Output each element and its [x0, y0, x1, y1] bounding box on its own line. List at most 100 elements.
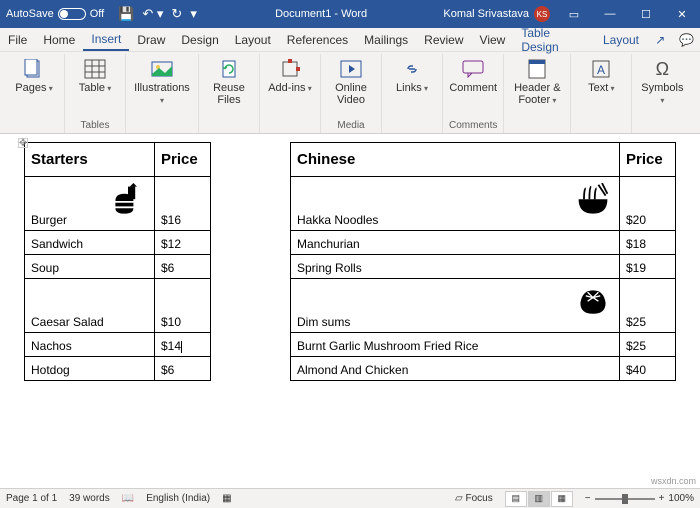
text-button[interactable]: A Text [577, 54, 625, 94]
zoom-level[interactable]: 100% [668, 493, 694, 504]
table-button[interactable]: Table [71, 54, 119, 94]
view-buttons: ▤ ▥ ▦ [505, 491, 573, 507]
cell-price[interactable]: $6 [155, 255, 211, 279]
undo-icon[interactable]: ↶ ▾ [142, 6, 163, 22]
minimize-icon[interactable]: — [592, 0, 628, 28]
cell-price[interactable]: $16 [155, 177, 211, 231]
title-bar: AutoSave Off 💾 ↶ ▾ ↻ ▾ Document1 - Word … [0, 0, 700, 28]
cell-price[interactable]: $12 [155, 231, 211, 255]
spellcheck-icon[interactable]: 📖 [122, 493, 134, 504]
media-group-label: Media [337, 118, 364, 133]
tab-design[interactable]: Design [173, 28, 226, 51]
status-bar: Page 1 of 1 39 words 📖 English (India) ▦… [0, 488, 700, 508]
online-video-button[interactable]: Online Video [327, 54, 375, 106]
cell[interactable]: Hotdog [25, 357, 155, 381]
comment-icon [461, 58, 485, 80]
macro-icon[interactable]: ▦ [222, 493, 231, 504]
cell[interactable]: Almond And Chicken [291, 357, 620, 381]
cell-price[interactable]: $19 [620, 255, 676, 279]
share-icon[interactable]: ↗ [647, 33, 674, 47]
qat-dropdown-icon[interactable]: ▾ [190, 6, 197, 22]
links-button[interactable]: Links [388, 54, 436, 94]
zoom-in-icon[interactable]: + [659, 493, 665, 504]
focus-mode[interactable]: ▱ Focus [455, 493, 493, 504]
zoom-control[interactable]: − + 100% [585, 493, 694, 504]
illustrations-button[interactable]: Illustrations [132, 54, 192, 106]
cell-hakka-noodles[interactable]: Hakka Noodles [291, 177, 620, 231]
cell[interactable]: Soup [25, 255, 155, 279]
ribbon-options-icon[interactable]: ▭ [556, 0, 592, 28]
cell[interactable]: Manchurian [291, 231, 620, 255]
print-layout-icon[interactable]: ▥ [528, 491, 550, 507]
cell[interactable]: Burnt Garlic Mushroom Fried Rice [291, 333, 620, 357]
cell-price[interactable]: $14 [155, 333, 211, 357]
cell-price[interactable]: $40 [620, 357, 676, 381]
cell-price[interactable]: $10 [155, 279, 211, 333]
tab-view[interactable]: View [472, 28, 514, 51]
cell[interactable]: Caesar Salad [25, 279, 155, 333]
header-price-1[interactable]: Price [155, 143, 211, 177]
cell[interactable]: Sandwich [25, 231, 155, 255]
cell-price[interactable]: $18 [620, 231, 676, 255]
illustrations-icon [150, 58, 174, 80]
tab-mailings[interactable]: Mailings [356, 28, 416, 51]
table-row: Nachos $14 Burnt Garlic Mushroom Fried R… [25, 333, 676, 357]
redo-icon[interactable]: ↻ [171, 6, 182, 22]
table-header-row: Starters Price Chinese Price [25, 143, 676, 177]
document-area[interactable]: ✥ Starters Price Chinese Price Burger $1… [0, 134, 700, 488]
page-indicator[interactable]: Page 1 of 1 [6, 493, 57, 504]
tab-insert[interactable]: Insert [83, 28, 129, 51]
tab-layout[interactable]: Layout [227, 28, 279, 51]
cell[interactable]: Nachos [25, 333, 155, 357]
user-account[interactable]: Komal Srivastava KS [437, 6, 556, 22]
pages-button[interactable]: Pages [10, 54, 58, 94]
tab-layout-context[interactable]: Layout [595, 28, 647, 51]
comments-icon[interactable]: 💬 [674, 33, 700, 47]
cell-price[interactable]: $20 [620, 177, 676, 231]
header-price-2[interactable]: Price [620, 143, 676, 177]
header-starters[interactable]: Starters [25, 143, 155, 177]
avatar: KS [534, 6, 550, 22]
reuse-files-button[interactable]: Reuse Files [205, 54, 253, 106]
tab-home[interactable]: Home [35, 28, 83, 51]
web-layout-icon[interactable]: ▦ [551, 491, 573, 507]
cell-dimsums[interactable]: Dim sums [291, 279, 620, 333]
symbols-button[interactable]: Ω Symbols [638, 54, 686, 106]
cell-price[interactable]: $6 [155, 357, 211, 381]
zoom-out-icon[interactable]: − [585, 493, 591, 504]
table-row: Hotdog $6 Almond And Chicken $40 [25, 357, 676, 381]
watermark: wsxdn.com [651, 476, 696, 486]
table-row: Burger $16 Hakka Noodles $20 [25, 177, 676, 231]
cell-price[interactable]: $25 [620, 333, 676, 357]
tab-draw[interactable]: Draw [129, 28, 173, 51]
close-icon[interactable]: ✕ [664, 0, 700, 28]
tab-file[interactable]: File [0, 28, 35, 51]
cell-burger[interactable]: Burger [25, 177, 155, 231]
zoom-slider[interactable] [595, 498, 655, 500]
cell[interactable]: Spring Rolls [291, 255, 620, 279]
addins-button[interactable]: Add-ins [266, 54, 314, 94]
tab-review[interactable]: Review [416, 28, 471, 51]
language-indicator[interactable]: English (India) [146, 493, 210, 504]
table-anchor-icon[interactable]: ✥ [18, 138, 28, 148]
burger-icon [110, 183, 146, 219]
reuse-files-icon [217, 58, 241, 80]
tab-references[interactable]: References [279, 28, 356, 51]
read-mode-icon[interactable]: ▤ [505, 491, 527, 507]
menu-table[interactable]: Starters Price Chinese Price Burger $16 … [24, 142, 676, 381]
dimsum-icon [575, 285, 611, 321]
symbols-icon: Ω [650, 58, 674, 80]
text-icon: A [589, 58, 613, 80]
word-count[interactable]: 39 words [69, 493, 110, 504]
save-icon[interactable]: 💾 [118, 6, 134, 22]
autosave-toggle[interactable]: AutoSave Off [0, 8, 110, 20]
header-footer-button[interactable]: Header & Footer [510, 54, 564, 106]
comment-button[interactable]: Comment [449, 54, 497, 94]
maximize-icon[interactable]: ☐ [628, 0, 664, 28]
cell-price[interactable]: $25 [620, 279, 676, 333]
svg-text:A: A [597, 63, 605, 77]
tab-table-design[interactable]: Table Design [513, 28, 595, 51]
comments-group-label: Comments [449, 118, 497, 133]
header-chinese[interactable]: Chinese [291, 143, 620, 177]
ribbon-tabs: File Home Insert Draw Design Layout Refe… [0, 28, 700, 52]
